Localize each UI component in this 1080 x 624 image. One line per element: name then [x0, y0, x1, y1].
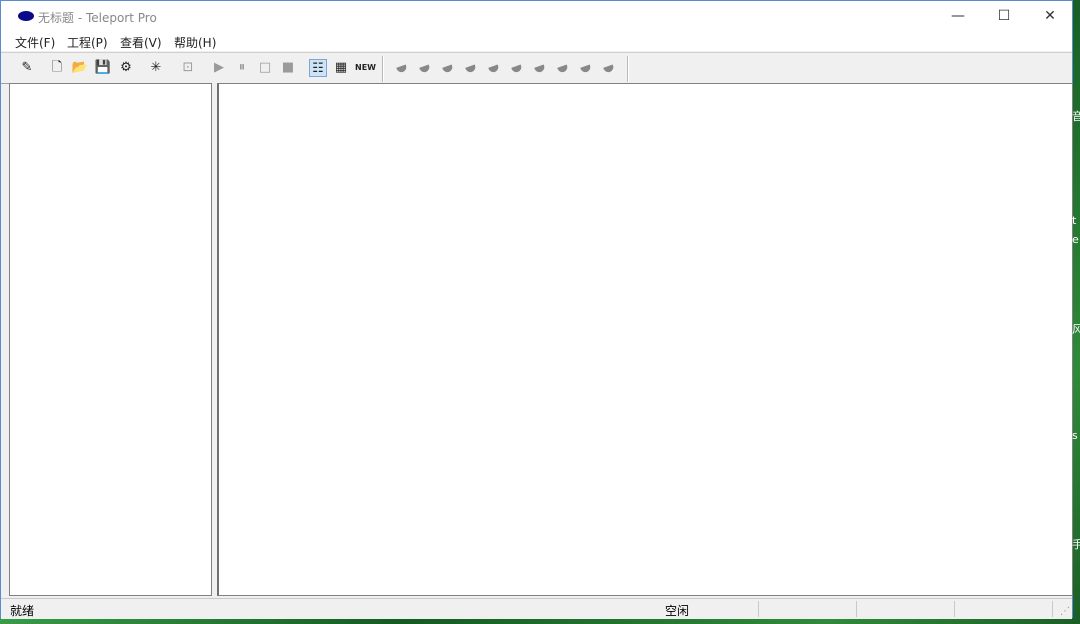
- thread-3-icon: [442, 64, 454, 74]
- desktop-label-fragment: t: [1072, 214, 1077, 227]
- desktop-label-fragment: e: [1072, 233, 1079, 246]
- thread-4-icon: [465, 64, 477, 74]
- thread-8-icon: [557, 64, 569, 74]
- browse-icon[interactable]: ⊡: [179, 59, 197, 77]
- thread-10-icon: [603, 64, 615, 74]
- toolbar: ✎ 🗋 📂 💾 ⚙ ✳ ⊡ ▶ ⏸ □ ■ ☷ ▦ NEW: [1, 52, 1072, 84]
- list-view-icon[interactable]: ▦: [332, 59, 350, 77]
- start-icon[interactable]: ▶: [210, 59, 228, 77]
- content-pane[interactable]: [217, 83, 1073, 596]
- status-cell: [758, 601, 759, 617]
- status-idle: 空闲: [665, 604, 690, 618]
- desktop-label-fragment: s: [1072, 429, 1078, 442]
- thread-5-icon: [488, 64, 500, 74]
- window-title: 无标题 - Teleport Pro: [38, 11, 157, 25]
- thread-6-icon: [511, 64, 523, 74]
- status-bar: 就绪 空闲 ⋰: [1, 598, 1072, 619]
- desktop-label-fragment: 手: [1072, 538, 1080, 551]
- new-badge-icon[interactable]: NEW: [355, 59, 376, 77]
- thread-2-icon: [419, 64, 431, 74]
- pause-icon[interactable]: ⏸: [233, 59, 251, 77]
- resize-grip-icon[interactable]: ⋰: [1060, 606, 1070, 617]
- stop-icon[interactable]: □: [256, 59, 274, 77]
- title-bar[interactable]: 无标题 - Teleport Pro — ☐ ✕: [1, 1, 1072, 31]
- tree-view-icon[interactable]: ☷: [309, 59, 327, 77]
- save-icon[interactable]: 💾: [94, 59, 112, 77]
- thread-1-icon: [396, 64, 408, 74]
- open-folder-icon[interactable]: 📂: [71, 59, 89, 77]
- halt-icon[interactable]: ■: [279, 59, 297, 77]
- maximize-button[interactable]: ☐: [981, 1, 1027, 31]
- menu-project[interactable]: 工程(P): [67, 34, 108, 51]
- app-icon[interactable]: [18, 11, 34, 21]
- status-cell: [1052, 601, 1053, 617]
- menu-file[interactable]: 文件(F): [15, 34, 55, 51]
- status-cell: [954, 601, 955, 617]
- new-project-wizard-icon[interactable]: ✎: [18, 59, 36, 77]
- menu-view[interactable]: 查看(V): [120, 34, 162, 51]
- toolbar-separator: [382, 56, 384, 82]
- close-button[interactable]: ✕: [1027, 1, 1073, 31]
- status-ready: 就绪: [10, 604, 35, 618]
- desktop-label-fragment: 音: [1072, 110, 1080, 123]
- minimize-button[interactable]: —: [935, 1, 981, 31]
- status-cell: [856, 601, 857, 617]
- new-file-icon[interactable]: 🗋: [48, 59, 66, 77]
- menu-help[interactable]: 帮助(H): [174, 34, 216, 51]
- project-tree-pane[interactable]: [9, 83, 212, 596]
- thread-7-icon: [534, 64, 546, 74]
- toolbar-separator: [627, 56, 629, 82]
- menu-bar: 文件(F) 工程(P) 查看(V) 帮助(H): [1, 31, 1072, 51]
- application-window: 无标题 - Teleport Pro — ☐ ✕ 文件(F) 工程(P) 查看(…: [0, 0, 1073, 619]
- new-folder-icon[interactable]: ✳: [147, 59, 165, 77]
- thread-9-icon: [580, 64, 592, 74]
- desktop-label-fragment: 风: [1072, 323, 1080, 336]
- properties-icon[interactable]: ⚙: [117, 59, 135, 77]
